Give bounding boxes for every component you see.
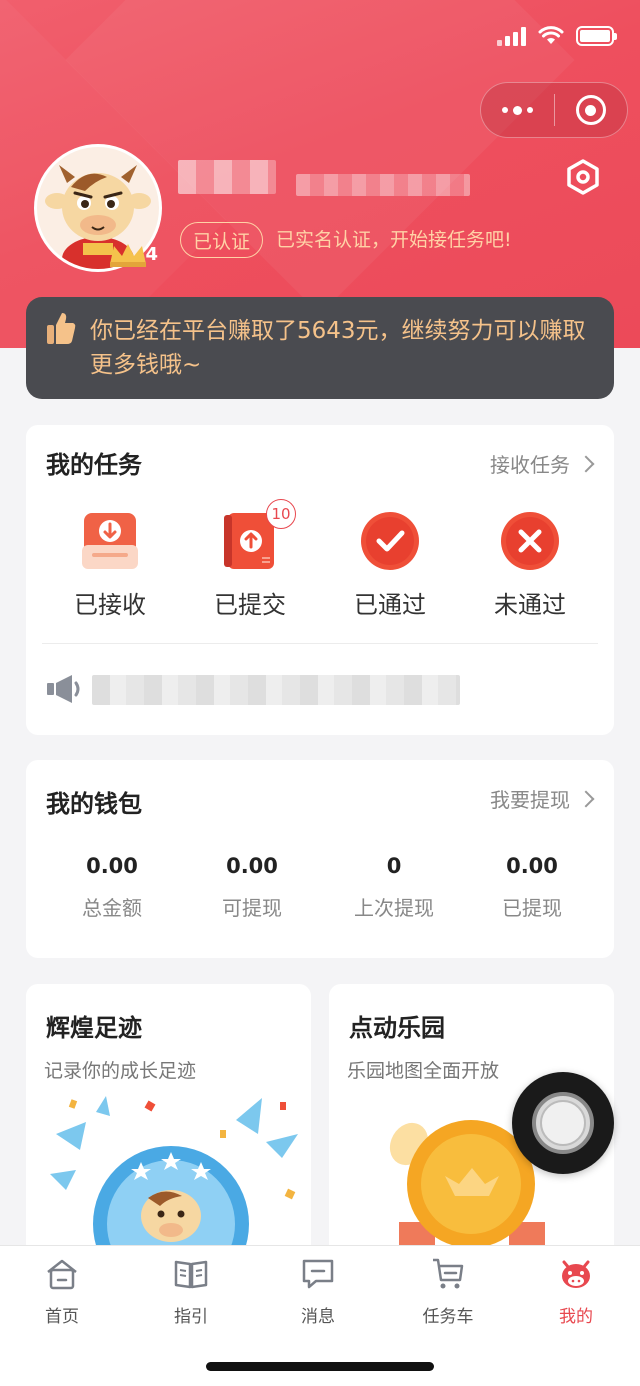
receive-tasks-label: 接收任务 [490,453,570,477]
home-indicator [206,1362,434,1371]
home-icon [47,1259,77,1290]
tab-mine-label: 我的 [559,1307,593,1327]
tab-home[interactable]: 首页 [17,1256,107,1327]
battery-icon [576,26,617,46]
crown-icon [110,244,146,267]
tab-task-cart[interactable]: 任务车 [403,1256,493,1327]
promo-park-subtitle: 乐园地图全面开放 [347,1060,500,1082]
withdraw-link[interactable]: 我要提现 [490,784,595,813]
mini-program-capsule [480,82,628,138]
task-received[interactable]: 已接收 [40,511,180,620]
task-submitted-label: 已提交 [214,591,286,619]
inbox-download-icon [82,513,138,569]
chevron-right-icon [577,455,595,472]
more-button[interactable] [481,83,554,137]
tab-messages-label: 消息 [301,1307,335,1327]
level-badge: 4 [108,238,162,270]
badge-illustration [50,1096,298,1254]
wallet-withdrawn-label: 已提现 [502,896,562,920]
submitted-count-badge: 10 [266,499,296,529]
tab-home-label: 首页 [45,1307,79,1327]
tasks-title: 我的任务 [46,451,142,479]
task-failed-label: 未通过 [494,591,566,619]
username-redacted [178,160,276,194]
wallet-last-withdraw-amount: 0 [386,854,402,878]
earnings-banner: 你已经在平台赚取了5643元，继续努力可以赚取更多钱哦~ [26,297,614,399]
book-icon [174,1260,208,1289]
wallet-withdrawable-amount: 0.00 [226,854,278,878]
wallet-title: 我的钱包 [46,790,142,818]
withdraw-label: 我要提现 [490,788,570,812]
tab-task-cart-label: 任务车 [422,1307,474,1327]
promo-footprint-title: 辉煌足迹 [46,1014,142,1042]
chevron-right-icon [577,790,595,807]
thumbs-up-icon [47,313,76,344]
task-failed[interactable]: 未通过 [460,511,600,620]
wifi-icon [538,26,564,44]
wallet-withdrawable-label: 可提现 [222,896,282,920]
task-received-label: 已接收 [74,591,146,619]
wallet-withdrawn-amount: 0.00 [506,854,558,878]
close-button[interactable] [555,83,628,137]
wallet-withdrawn[interactable]: 0.00 已提现 [462,854,602,921]
notice-redacted [92,675,460,705]
settings-icon[interactable] [564,158,602,196]
assist-ring-icon [532,1092,594,1154]
promo-park-title: 点动乐园 [349,1014,445,1042]
promo-footprint-subtitle: 记录你的成长足迹 [44,1060,197,1082]
floating-assist-button[interactable] [512,1072,614,1174]
task-passed-label: 已通过 [354,591,426,619]
wallet-total-label: 总金额 [82,896,142,920]
tab-mine[interactable]: 我的 [531,1256,621,1327]
user-id-redacted [296,174,470,196]
target-icon [575,95,606,125]
cart-icon [433,1258,464,1289]
message-icon [302,1259,334,1289]
verified-message: 已实名认证，开始接任务吧! [276,229,512,251]
wallet-withdrawable[interactable]: 0.00 可提现 [182,854,322,921]
more-icon [501,105,533,115]
task-submitted[interactable]: 10 已提交 [180,499,320,620]
receive-tasks-link[interactable]: 接收任务 [490,449,595,478]
earnings-text: 你已经在平台赚取了5643元，继续努力可以赚取更多钱哦~ [90,318,586,378]
tab-guide-label: 指引 [174,1307,208,1327]
promo-card-footprint[interactable]: 辉煌足迹 记录你的成长足迹 [26,984,311,1284]
wallet-last-withdraw-label: 上次提现 [354,896,434,920]
wallet-last-withdraw[interactable]: 0 上次提现 [324,854,464,921]
task-passed[interactable]: 已通过 [320,511,460,620]
wallet-card: 我的钱包 我要提现 0.00 总金额 0.00 可提现 0 上次提现 0.00 … [26,760,614,958]
wallet-total-amount: 0.00 [86,854,138,878]
verified-badge: 已认证 [180,222,264,258]
check-circle-icon [361,512,419,570]
level-number: 4 [145,243,158,265]
status-bar [497,26,617,46]
divider [42,643,598,644]
x-circle-icon [501,512,559,570]
signal-icon [497,26,526,46]
tasks-card: 我的任务 接收任务 已接收 10 已提交 已通过 未通过 [26,425,614,735]
wallet-total[interactable]: 0.00 总金额 [42,854,182,921]
megaphone-icon [47,675,80,703]
tab-messages[interactable]: 消息 [273,1256,363,1327]
tab-guide[interactable]: 指引 [146,1256,236,1327]
cow-icon [562,1260,590,1288]
